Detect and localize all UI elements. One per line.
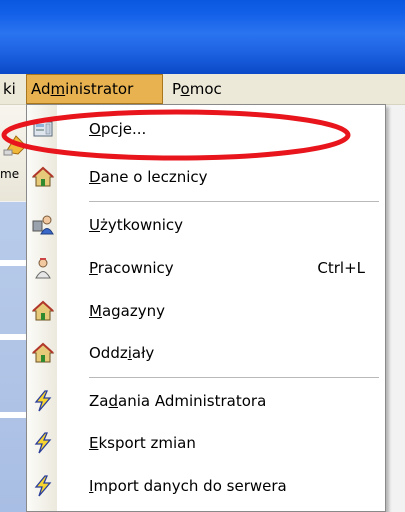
window-title-bar (0, 0, 405, 74)
menu-item-uzytkownicy[interactable]: Użytkownicy (27, 205, 385, 245)
menu-item-label: Magazyny (89, 302, 165, 320)
menu-item-label: Import danych do serwera (89, 477, 287, 495)
house-icon (32, 342, 54, 363)
menu-separator (89, 201, 379, 202)
house-icon (32, 166, 54, 187)
menubar-item-help[interactable]: Pomoc (171, 74, 222, 104)
house-icon (32, 300, 54, 321)
lightning-icon (34, 475, 52, 497)
menubar-item-label: ki (3, 80, 16, 98)
menubar-item-label: Pomoc (172, 80, 222, 98)
menu-item-shortcut: Ctrl+L (317, 259, 365, 277)
menubar-item-partial[interactable]: ki (0, 74, 22, 104)
menu-separator (89, 377, 379, 378)
menu-item-label: Eksport zmian (89, 434, 196, 452)
users-icon (32, 215, 54, 235)
lightning-icon (34, 432, 52, 454)
menu-item-oddzialy[interactable]: Oddziały (27, 333, 385, 373)
menu-item-label: Pracownicy (89, 259, 174, 277)
menu-item-label: Użytkownicy (89, 216, 184, 234)
menu-item-pracownicy[interactable]: Pracownicy Ctrl+L (27, 248, 385, 288)
menu-item-import-danych[interactable]: Import danych do serwera (27, 466, 385, 506)
menu-item-dane-o-lecznicy[interactable]: Dane o lecznicy (27, 157, 385, 197)
lightning-icon (34, 390, 52, 412)
administrator-dropdown-menu: Opcje... Dane o lecznicy Użytkownicy Pra… (26, 104, 386, 512)
menu-item-magazyny[interactable]: Magazyny (27, 291, 385, 331)
menubar-item-label: Administrator (31, 80, 134, 98)
employee-icon (35, 258, 51, 279)
menubar-item-administrator[interactable]: Administrator (26, 74, 163, 104)
menu-item-zadania-administratora[interactable]: Zadania Administratora (27, 381, 385, 421)
menu-item-label: Zadania Administratora (89, 392, 267, 410)
menu-item-eksport-zmian[interactable]: Eksport zmian (27, 423, 385, 463)
menu-item-opcje[interactable]: Opcje... (27, 109, 385, 149)
options-icon (33, 121, 53, 137)
menu-item-label: Oddziały (89, 344, 155, 362)
menu-item-label: Dane o lecznicy (89, 168, 208, 186)
menu-item-label: Opcje... (89, 120, 147, 138)
menu-bar: ki Administrator Pomoc (0, 74, 405, 105)
background-toolbar-icon (3, 135, 27, 156)
